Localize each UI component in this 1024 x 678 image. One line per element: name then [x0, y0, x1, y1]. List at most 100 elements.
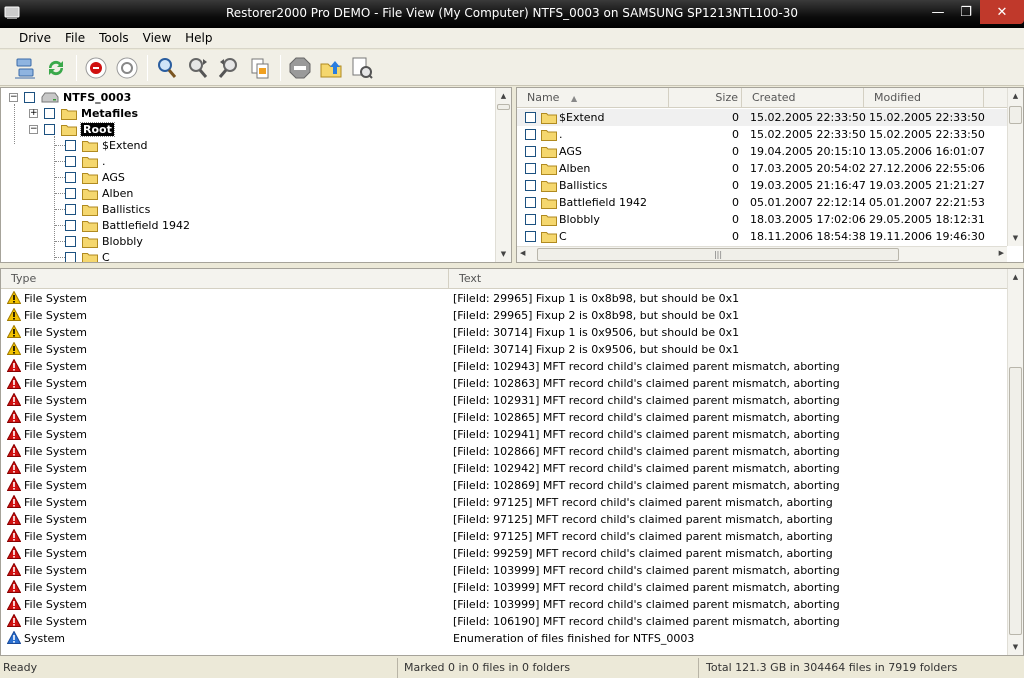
tree-item-root[interactable]: − Root: [29, 121, 115, 137]
row-checkbox[interactable]: [525, 146, 536, 157]
scroll-up-arrow[interactable]: ▲: [1008, 88, 1023, 104]
column-modified-header[interactable]: Modified: [864, 88, 984, 108]
tree-item-metafiles[interactable]: + Metafiles: [29, 105, 138, 121]
tree-checkbox[interactable]: [65, 187, 76, 199]
menu-file[interactable]: File: [58, 31, 92, 45]
log-entry[interactable]: File System [FileId: 30714] Fixup 2 is 0x…: [1, 341, 1007, 358]
log-entry[interactable]: File System [FileId: 29965] Fixup 2 is 0x…: [1, 307, 1007, 324]
find-previous-button[interactable]: [214, 53, 243, 82]
log-entry[interactable]: File System [FileId: 103999] MFT record c…: [1, 579, 1007, 596]
collapse-toggle[interactable]: −: [29, 124, 38, 134]
tree-item[interactable]: Blobbly: [65, 233, 143, 249]
log-entry[interactable]: File System [FileId: 97125] MFT record ch…: [1, 511, 1007, 528]
log-entry[interactable]: File System [FileId: 102942] MFT record c…: [1, 460, 1007, 477]
tree-checkbox[interactable]: [44, 123, 55, 135]
log-entry[interactable]: File System [FileId: 102931] MFT record c…: [1, 392, 1007, 409]
list-item[interactable]: Battlefield 1942 0 05.01.2007 22:12:14 05.0…: [517, 194, 1007, 211]
log-vertical-scrollbar[interactable]: ▲ ▼: [1007, 269, 1023, 655]
menu-drive[interactable]: Drive: [12, 31, 58, 45]
list-item[interactable]: AGS 0 19.04.2005 20:15:10 13.05.2006 16:01:…: [517, 143, 1007, 160]
list-item[interactable]: Alben 0 17.03.2005 20:54:02 27.12.2006 22:5…: [517, 160, 1007, 177]
tree-checkbox[interactable]: [65, 139, 76, 151]
scroll-left-arrow[interactable]: ◀: [520, 249, 525, 257]
scroll-up-arrow[interactable]: ▲: [496, 88, 511, 104]
row-checkbox[interactable]: [525, 112, 536, 123]
log-entry[interactable]: File System [FileId: 103999] MFT record c…: [1, 596, 1007, 613]
scroll-thumb[interactable]: [1009, 367, 1022, 635]
scroll-thumb[interactable]: [1009, 106, 1022, 124]
close-button[interactable]: ✕: [980, 0, 1024, 24]
log-entry[interactable]: File System [FileId: 102941] MFT record c…: [1, 426, 1007, 443]
row-checkbox[interactable]: [525, 197, 536, 208]
list-item[interactable]: Ballistics 0 19.03.2005 21:16:47 19.03.2005…: [517, 177, 1007, 194]
list-horizontal-scrollbar[interactable]: ◀ ||| ▶: [517, 246, 1007, 262]
log-entry[interactable]: File System [FileId: 30714] Fixup 1 is 0x…: [1, 324, 1007, 341]
log-entry[interactable]: File System [FileId: 102865] MFT record c…: [1, 409, 1007, 426]
row-checkbox[interactable]: [525, 214, 536, 225]
scroll-up-arrow[interactable]: ▲: [1008, 269, 1023, 285]
expand-toggle[interactable]: +: [29, 108, 38, 118]
menu-view[interactable]: View: [136, 31, 178, 45]
folder-tree[interactable]: − NTFS_0003 + Metafiles − Root $Extend. A…: [0, 87, 512, 263]
column-type-header[interactable]: Type: [1, 269, 449, 289]
log-entry[interactable]: File System [FileId: 99259] MFT record ch…: [1, 545, 1007, 562]
row-checkbox[interactable]: [525, 180, 536, 191]
network-drives-button[interactable]: [10, 53, 39, 82]
scroll-thumb[interactable]: [497, 104, 510, 110]
tree-item[interactable]: Ballistics: [65, 201, 150, 217]
file-list[interactable]: Name ▲ Size Created Modified $Extend 0 15.…: [516, 87, 1024, 263]
stop-button[interactable]: [285, 53, 314, 82]
menu-tools[interactable]: Tools: [92, 31, 136, 45]
list-vertical-scrollbar[interactable]: ▲ ▼: [1007, 88, 1023, 246]
log-entry[interactable]: File System [FileId: 97125] MFT record ch…: [1, 494, 1007, 511]
copy-files-button[interactable]: [245, 53, 274, 82]
log-entry[interactable]: File System [FileId: 106190] MFT record c…: [1, 613, 1007, 630]
tree-checkbox[interactable]: [65, 219, 76, 231]
log-entry[interactable]: File System [FileId: 102863] MFT record c…: [1, 375, 1007, 392]
tree-checkbox[interactable]: [65, 155, 76, 167]
scroll-down-arrow[interactable]: ▼: [496, 246, 511, 262]
scroll-down-arrow[interactable]: ▼: [1008, 639, 1023, 655]
column-created-header[interactable]: Created: [742, 88, 864, 108]
tree-item[interactable]: AGS: [65, 169, 125, 185]
tree-item[interactable]: Alben: [65, 185, 133, 201]
log-entry[interactable]: System Enumeration of files finished for …: [1, 630, 1007, 647]
record-button[interactable]: [81, 53, 110, 82]
tree-item-drive[interactable]: − NTFS_0003: [9, 89, 131, 105]
menu-help[interactable]: Help: [178, 31, 219, 45]
list-item[interactable]: Blobbly 0 18.03.2005 17:02:06 29.05.2005 18…: [517, 211, 1007, 228]
properties-button[interactable]: [347, 53, 376, 82]
log-entry[interactable]: File System [FileId: 29965] Fixup 1 is 0x…: [1, 290, 1007, 307]
log-panel[interactable]: Type Text File System [FileId: 29965] Fix…: [0, 268, 1024, 656]
list-item[interactable]: C 0 18.11.2006 18:54:38 19.11.2006 19:46:30: [517, 228, 1007, 245]
tree-item[interactable]: .: [65, 153, 106, 169]
up-folder-button[interactable]: [316, 53, 345, 82]
row-checkbox[interactable]: [525, 163, 536, 174]
row-checkbox[interactable]: [525, 231, 536, 242]
tree-checkbox[interactable]: [44, 107, 55, 119]
tree-item[interactable]: $Extend: [65, 137, 148, 153]
tree-item[interactable]: C: [65, 249, 110, 262]
tree-vertical-scrollbar[interactable]: ▲ ▼: [495, 88, 511, 262]
minimize-button[interactable]: —: [924, 0, 952, 24]
scroll-thumb[interactable]: |||: [537, 248, 899, 261]
list-item[interactable]: $Extend 0 15.02.2005 22:33:50 15.02.2005 22…: [517, 109, 1007, 126]
collapse-toggle[interactable]: −: [9, 92, 18, 102]
find-next-button[interactable]: [183, 53, 212, 82]
column-name-header[interactable]: Name ▲: [517, 88, 669, 108]
tree-checkbox[interactable]: [65, 235, 76, 247]
tree-checkbox[interactable]: [24, 91, 35, 103]
refresh-button[interactable]: [41, 53, 70, 82]
tree-checkbox[interactable]: [65, 171, 76, 183]
column-text-header[interactable]: Text: [449, 269, 1007, 289]
search-button[interactable]: [152, 53, 181, 82]
log-entry[interactable]: File System [FileId: 97125] MFT record ch…: [1, 528, 1007, 545]
row-checkbox[interactable]: [525, 129, 536, 140]
log-entry[interactable]: File System [FileId: 102869] MFT record c…: [1, 477, 1007, 494]
zoom-target-button[interactable]: [112, 53, 141, 82]
list-item[interactable]: . 0 15.02.2005 22:33:50 15.02.2005 22:33:50: [517, 126, 1007, 143]
tree-checkbox[interactable]: [65, 203, 76, 215]
log-entry[interactable]: File System [FileId: 102943] MFT record c…: [1, 358, 1007, 375]
maximize-button[interactable]: ❐: [952, 0, 980, 24]
log-entry[interactable]: File System [FileId: 103999] MFT record c…: [1, 562, 1007, 579]
